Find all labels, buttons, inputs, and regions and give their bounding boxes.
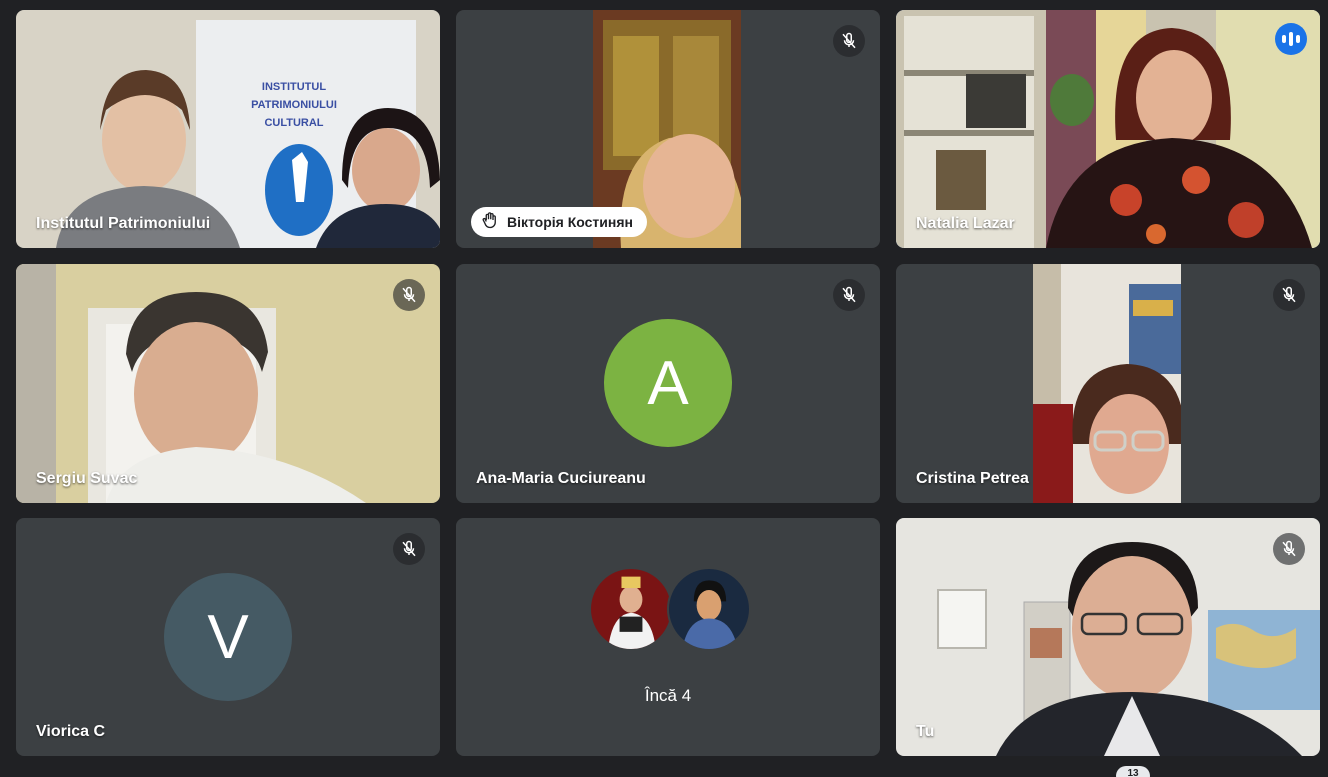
participant-name: Ana-Maria Cuciureanu bbox=[476, 470, 646, 487]
banner-text: INSTITUTUL PATRIMONIULUI CULTURAL bbox=[242, 78, 346, 132]
participant-name: Cristina Petrea bbox=[916, 470, 1029, 487]
participant-tile[interactable]: Вікторія Костинян bbox=[456, 10, 880, 248]
participant-tile[interactable]: Natalia Lazar bbox=[896, 10, 1320, 248]
mic-off-icon bbox=[393, 533, 425, 565]
hand-raised-icon bbox=[481, 211, 499, 234]
avatar: V bbox=[164, 573, 292, 701]
participant-tile[interactable]: Sergiu Suvac bbox=[16, 264, 440, 503]
participant-name: Sergiu Suvac bbox=[36, 470, 138, 487]
participant-count-badge[interactable]: 13 bbox=[1116, 766, 1150, 777]
participant-name: Viorica C bbox=[36, 723, 106, 740]
video-feed bbox=[896, 518, 1320, 756]
mic-off-icon bbox=[833, 279, 865, 311]
banner-line: INSTITUTUL bbox=[261, 81, 327, 93]
video-feed bbox=[16, 264, 440, 503]
participant-tile[interactable]: INSTITUTUL PATRIMONIULUI CULTURAL Instit… bbox=[16, 10, 440, 248]
banner-line: CULTURAL bbox=[264, 117, 324, 129]
participant-name: Tu bbox=[916, 723, 935, 740]
avatar bbox=[589, 567, 673, 651]
participant-tile[interactable]: Cristina Petrea bbox=[896, 264, 1320, 503]
video-feed bbox=[16, 10, 440, 248]
participant-name: Natalia Lazar bbox=[916, 215, 1015, 232]
mic-off-icon bbox=[1273, 279, 1305, 311]
more-participants-tile[interactable]: Încă 4 bbox=[456, 518, 880, 756]
avatar bbox=[667, 567, 751, 651]
participant-name: Institutul Patrimoniului bbox=[36, 215, 211, 232]
avatar: A bbox=[604, 319, 732, 447]
mic-off-icon bbox=[833, 25, 865, 57]
participant-tile[interactable]: Tu bbox=[896, 518, 1320, 756]
participant-name: Вікторія Костинян bbox=[507, 214, 633, 230]
mic-off-icon bbox=[393, 279, 425, 311]
mic-off-icon bbox=[1273, 533, 1305, 565]
participant-tile[interactable]: A Ana-Maria Cuciureanu bbox=[456, 264, 880, 503]
banner-line: PATRIMONIULUI bbox=[251, 99, 337, 111]
video-feed bbox=[1033, 264, 1181, 503]
hand-raised-badge: Вікторія Костинян bbox=[471, 207, 647, 237]
video-feed bbox=[896, 10, 1320, 248]
more-avatars bbox=[589, 567, 751, 651]
audio-level-icon bbox=[1275, 23, 1307, 55]
more-participants-label: Încă 4 bbox=[644, 686, 692, 705]
participant-tile[interactable]: V Viorica C bbox=[16, 518, 440, 756]
